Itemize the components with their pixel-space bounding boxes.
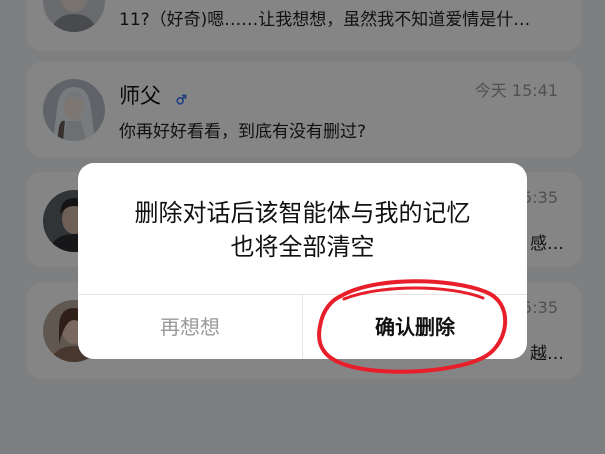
confirm-delete-button[interactable]: 确认删除 <box>303 295 527 359</box>
delete-confirm-dialog: 删除对话后该智能体与我的记忆 也将全部清空 再想想 确认删除 <box>78 163 527 359</box>
chat-list-screen: 11?（好奇)嗯……让我想想，虽然我不知道爱情是什… 师父 今天 15:41 你… <box>0 0 605 454</box>
cancel-button[interactable]: 再想想 <box>78 295 302 359</box>
dialog-message-line: 也将全部清空 <box>230 233 375 261</box>
dialog-message: 删除对话后该智能体与我的记忆 也将全部清空 <box>78 196 527 264</box>
dialog-message-line: 删除对话后该智能体与我的记忆 <box>134 199 471 227</box>
